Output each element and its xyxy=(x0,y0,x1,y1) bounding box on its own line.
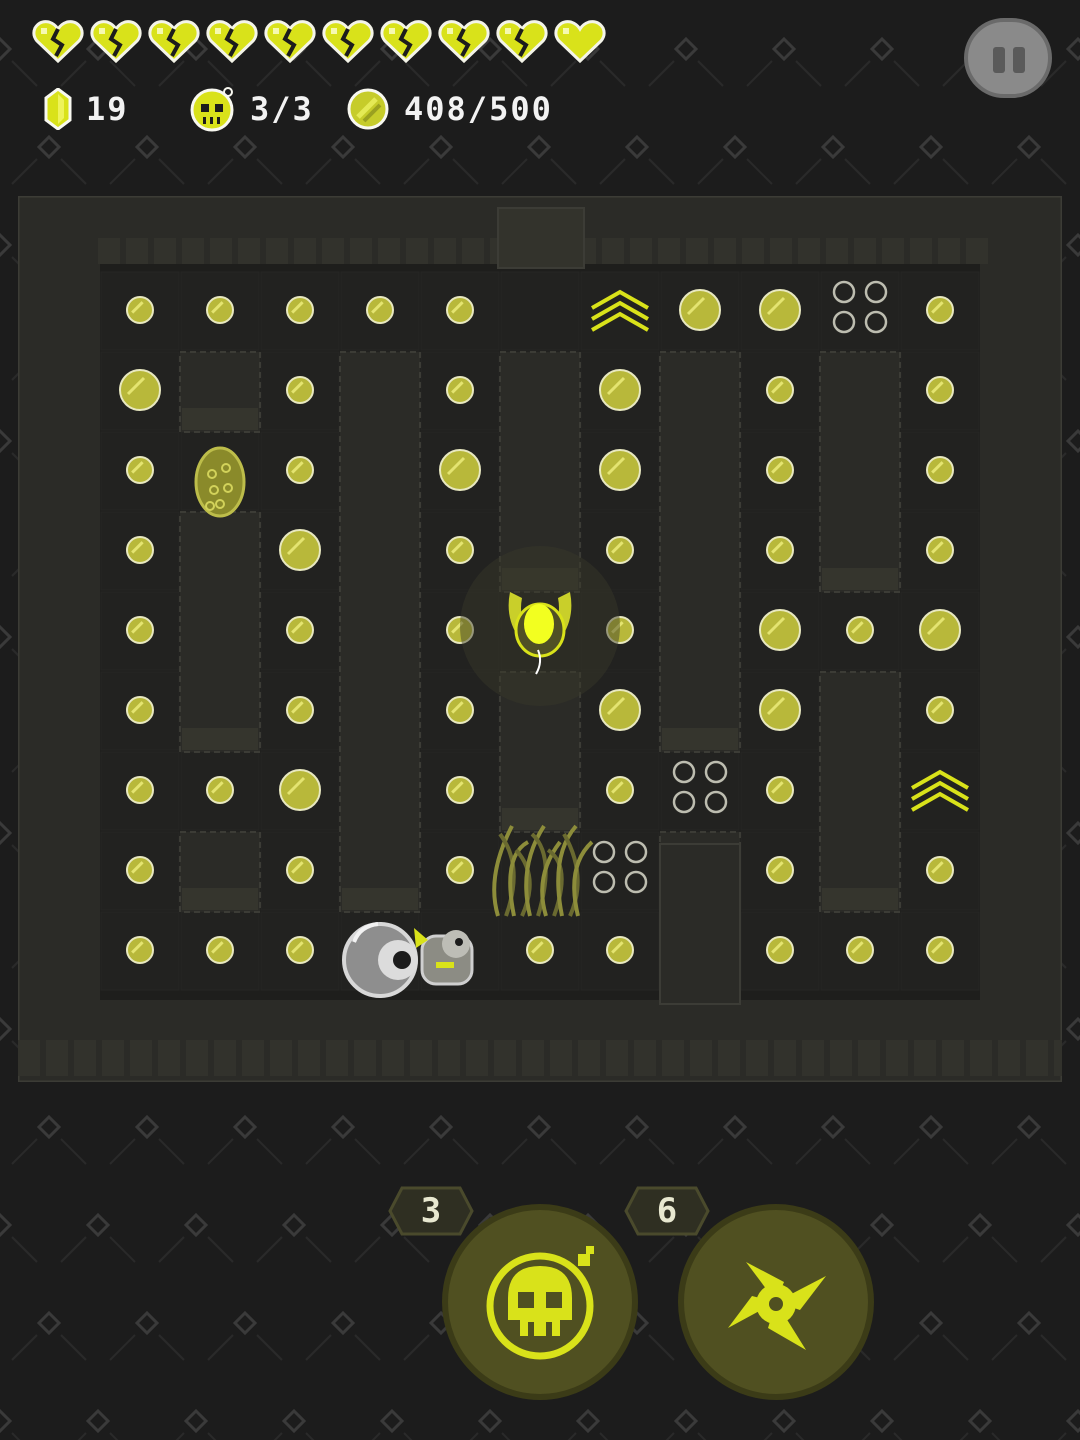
broken-heart-icon xyxy=(148,20,200,64)
pellet xyxy=(126,456,154,484)
pellet xyxy=(926,856,954,884)
coin-counter: 408/500 xyxy=(346,86,553,132)
power-pellet xyxy=(599,449,641,491)
pellet xyxy=(766,536,794,564)
skull-bomb-icon xyxy=(486,1246,594,1360)
pellet xyxy=(766,456,794,484)
shuriken-icon xyxy=(728,1262,826,1350)
pellet xyxy=(286,616,314,644)
pellet xyxy=(766,856,794,884)
pellet xyxy=(206,936,234,964)
pellet xyxy=(366,296,394,324)
shuriken-ability-button[interactable] xyxy=(678,1204,874,1400)
hud: 19 3/3 408/500 xyxy=(0,0,1080,140)
player-ball xyxy=(342,922,418,998)
pellet xyxy=(126,776,154,804)
power-pellet xyxy=(599,369,641,411)
power-pellet xyxy=(679,289,721,331)
pellet xyxy=(926,376,954,404)
egg-item xyxy=(194,446,246,518)
broken-heart-icon xyxy=(264,20,316,64)
pellet xyxy=(766,936,794,964)
skull-ability-count: 3 xyxy=(420,1191,442,1231)
broken-heart-icon xyxy=(322,20,374,64)
pellet xyxy=(446,696,474,724)
power-pellet xyxy=(759,689,801,731)
coin-icon xyxy=(347,88,389,130)
pellet xyxy=(126,696,154,724)
pellet xyxy=(286,856,314,884)
pellet xyxy=(926,696,954,724)
pause-button[interactable] xyxy=(964,18,1052,98)
power-pellet xyxy=(119,369,161,411)
power-pellet xyxy=(279,529,321,571)
pellet xyxy=(126,856,154,884)
hearts-bar xyxy=(32,18,606,64)
power-pellet xyxy=(439,449,481,491)
gem-count: 19 xyxy=(86,90,129,128)
broken-heart-icon xyxy=(380,20,432,64)
power-pellet xyxy=(919,609,961,651)
pellet xyxy=(126,936,154,964)
pellet xyxy=(846,616,874,644)
pellet xyxy=(286,456,314,484)
pellet xyxy=(446,856,474,884)
pellet xyxy=(606,776,634,804)
gem-counter: 19 xyxy=(44,86,129,132)
shuriken-ability-count: 6 xyxy=(656,1191,678,1231)
power-pellet xyxy=(759,609,801,651)
pellet xyxy=(606,936,634,964)
pellet xyxy=(446,536,474,564)
pellet xyxy=(526,936,554,964)
broken-heart-icon xyxy=(496,20,548,64)
pellet xyxy=(926,936,954,964)
pellet xyxy=(926,536,954,564)
pellet xyxy=(126,616,154,644)
pellet xyxy=(446,776,474,804)
pellet xyxy=(286,696,314,724)
pellet xyxy=(766,776,794,804)
skull-count: 3/3 xyxy=(250,90,314,128)
pellet xyxy=(286,936,314,964)
pellet xyxy=(446,296,474,324)
pellet xyxy=(286,376,314,404)
pellet xyxy=(446,376,474,404)
skull-counter: 3/3 xyxy=(188,86,314,132)
horned-ghost-enemy xyxy=(460,546,620,706)
pellet xyxy=(206,296,234,324)
power-pellet xyxy=(279,769,321,811)
pellet xyxy=(926,296,954,324)
broken-heart-icon xyxy=(32,20,84,64)
pellet xyxy=(126,536,154,564)
pellet xyxy=(926,456,954,484)
coin-count: 408/500 xyxy=(404,90,553,128)
broken-heart-icon xyxy=(438,20,490,64)
broken-heart-icon xyxy=(206,20,258,64)
power-pellet xyxy=(759,289,801,331)
full-heart-icon xyxy=(554,20,606,64)
pellet xyxy=(126,296,154,324)
gem-icon xyxy=(44,88,72,130)
maze-board xyxy=(18,196,1062,1082)
cat-ghost-companion xyxy=(414,928,474,986)
broken-heart-icon xyxy=(90,20,142,64)
power-pellet xyxy=(599,689,641,731)
pellet xyxy=(286,296,314,324)
pellet xyxy=(766,376,794,404)
pellet xyxy=(206,776,234,804)
pellet xyxy=(606,536,634,564)
pellet xyxy=(846,936,874,964)
skull-ability-button[interactable] xyxy=(442,1204,638,1400)
skull-icon xyxy=(190,87,234,132)
